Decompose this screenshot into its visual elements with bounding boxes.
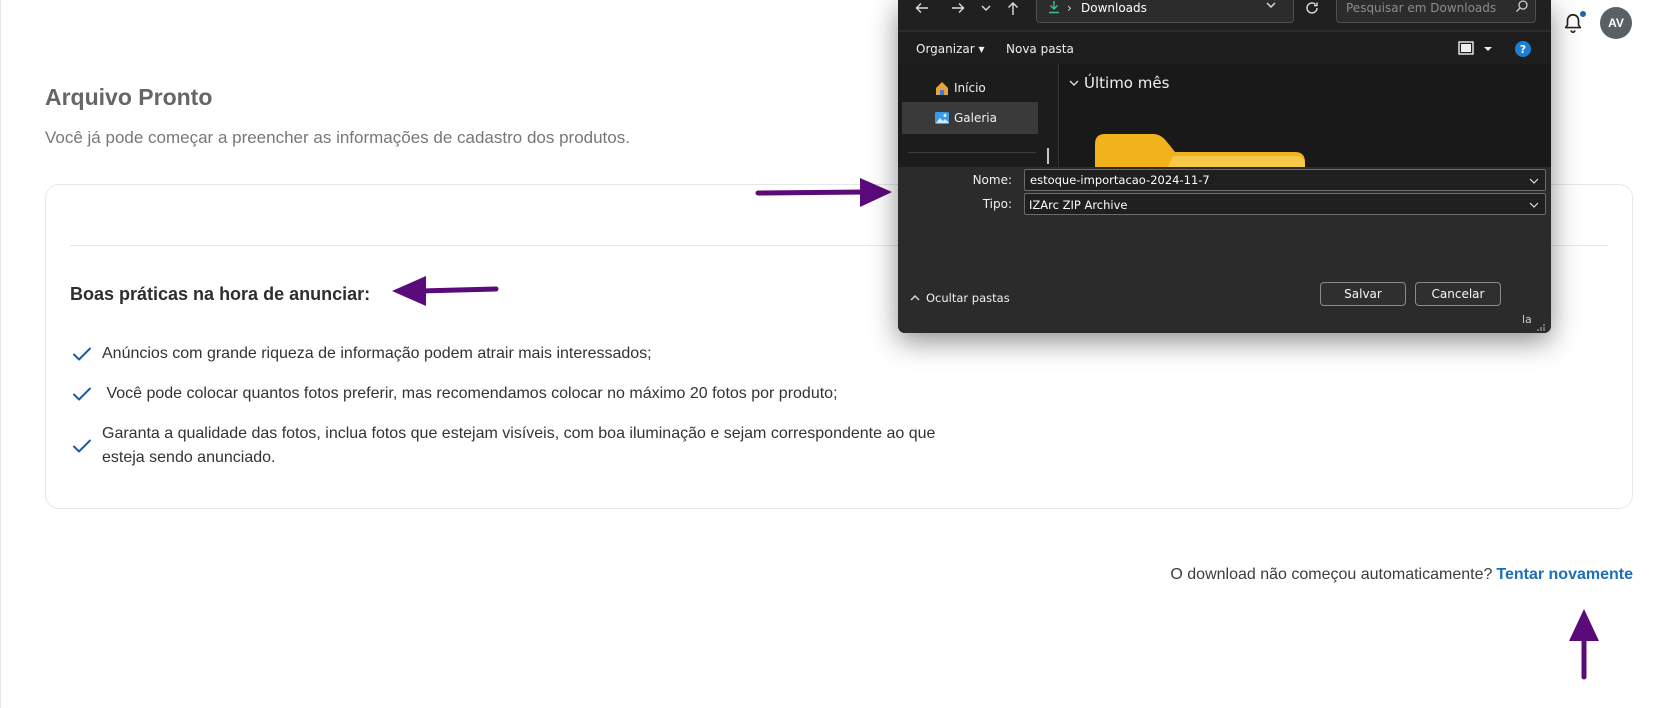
- address-bar[interactable]: › Downloads: [1036, 0, 1294, 23]
- dialog-toolbar: Organizar ▾ Nova pasta ?: [898, 32, 1551, 64]
- organize-menu[interactable]: Organizar ▾: [916, 42, 985, 56]
- nav-divider: [908, 152, 1036, 153]
- filename-input[interactable]: [1030, 173, 1510, 187]
- dialog-navbar: › Downloads: [898, 0, 1551, 30]
- search-box[interactable]: [1336, 0, 1536, 23]
- breadcrumb-separator: ›: [1067, 1, 1072, 15]
- check-icon: [73, 387, 91, 401]
- name-label: Nome:: [972, 173, 1012, 187]
- save-dialog: › Downloads Organizar ▾ Nova pasta ? Iní…: [898, 0, 1551, 333]
- gallery-icon: [935, 112, 949, 124]
- navigation-pane: Início Galeria: [898, 64, 1058, 167]
- tip-text: Anúncios com grande riqueza de informaçã…: [102, 345, 652, 362]
- hide-folders-label: Ocultar pastas: [926, 291, 1010, 305]
- retry-text: O download não começou automaticamente?: [1170, 566, 1493, 583]
- filetype-value: IZArc ZIP Archive: [1029, 198, 1128, 212]
- group-header[interactable]: Último mês: [1068, 74, 1169, 92]
- tip-item: Você pode colocar quantos fotos preferir…: [70, 382, 942, 406]
- save-button[interactable]: Salvar: [1320, 282, 1406, 306]
- cancel-button[interactable]: Cancelar: [1415, 282, 1501, 306]
- home-icon: [936, 82, 948, 95]
- resize-label: la: [1522, 313, 1532, 326]
- tip-text: Garanta a qualidade das fotos, inclua fo…: [102, 425, 936, 466]
- nav-item-label: Início: [954, 81, 986, 95]
- download-icon: [1049, 1, 1059, 14]
- help-icon[interactable]: ?: [1515, 41, 1531, 57]
- notification-dot: [1579, 10, 1587, 18]
- filetype-select[interactable]: IZArc ZIP Archive: [1024, 193, 1546, 215]
- hide-folders-toggle[interactable]: Ocultar pastas: [910, 291, 1010, 305]
- chevron-down-icon: [1069, 80, 1079, 86]
- type-label: Tipo:: [982, 197, 1012, 211]
- view-options-icon[interactable]: [1458, 41, 1498, 57]
- chevron-down-icon[interactable]: [1265, 0, 1277, 11]
- tip-text: Você pode colocar quantos fotos preferir…: [102, 385, 838, 402]
- chevron-up-icon: [910, 295, 920, 301]
- annotation-arrow-left: [392, 276, 499, 306]
- tips-heading: Boas práticas na hora de anunciar:: [70, 284, 371, 304]
- avatar[interactable]: AV: [1600, 7, 1632, 39]
- left-rail: [0, 0, 1, 708]
- tip-item: Garanta a qualidade das fotos, inclua fo…: [70, 422, 942, 470]
- nav-scrollbar[interactable]: [1047, 148, 1049, 164]
- caret-down-icon: ▾: [978, 42, 985, 56]
- annotation-arrow-up: [1569, 609, 1599, 680]
- search-icon: [1516, 0, 1528, 12]
- back-arrow-icon[interactable]: [914, 0, 930, 16]
- check-icon: [73, 347, 91, 361]
- breadcrumb[interactable]: Downloads: [1081, 1, 1147, 15]
- search-input[interactable]: [1346, 0, 1506, 17]
- chevron-down-icon[interactable]: [1529, 200, 1539, 210]
- retry-row: O download não começou automaticamente? T…: [1170, 566, 1633, 584]
- chevron-down-icon[interactable]: [1529, 176, 1539, 186]
- retry-link[interactable]: Tentar novamente: [1496, 566, 1633, 583]
- page-title: Arquivo Pronto: [45, 84, 213, 110]
- file-list-pane: Último mês: [1059, 64, 1551, 174]
- annotation-arrow-right: [755, 178, 892, 207]
- page-subtitle: Você já pode começar a preencher as info…: [45, 128, 630, 147]
- filename-field[interactable]: [1024, 169, 1546, 191]
- tip-item: Anúncios com grande riqueza de informaçã…: [70, 342, 942, 366]
- nav-item-galeria[interactable]: Galeria: [902, 102, 1038, 134]
- resize-grip-icon[interactable]: [1534, 323, 1546, 331]
- new-folder-button[interactable]: Nova pasta: [1006, 42, 1074, 56]
- nav-item-inicio[interactable]: Início: [902, 72, 1038, 104]
- refresh-icon[interactable]: [1304, 0, 1320, 16]
- check-icon: [73, 439, 91, 453]
- group-header-label: Último mês: [1084, 74, 1170, 92]
- up-arrow-icon[interactable]: [1006, 0, 1020, 16]
- save-form: Nome: Tipo: IZArc ZIP Archive Ocultar pa…: [898, 167, 1551, 333]
- forward-arrow-icon[interactable]: [950, 0, 966, 16]
- organize-label: Organizar: [916, 42, 975, 56]
- nav-item-label: Galeria: [954, 111, 997, 125]
- recent-chevron-icon[interactable]: [980, 0, 992, 16]
